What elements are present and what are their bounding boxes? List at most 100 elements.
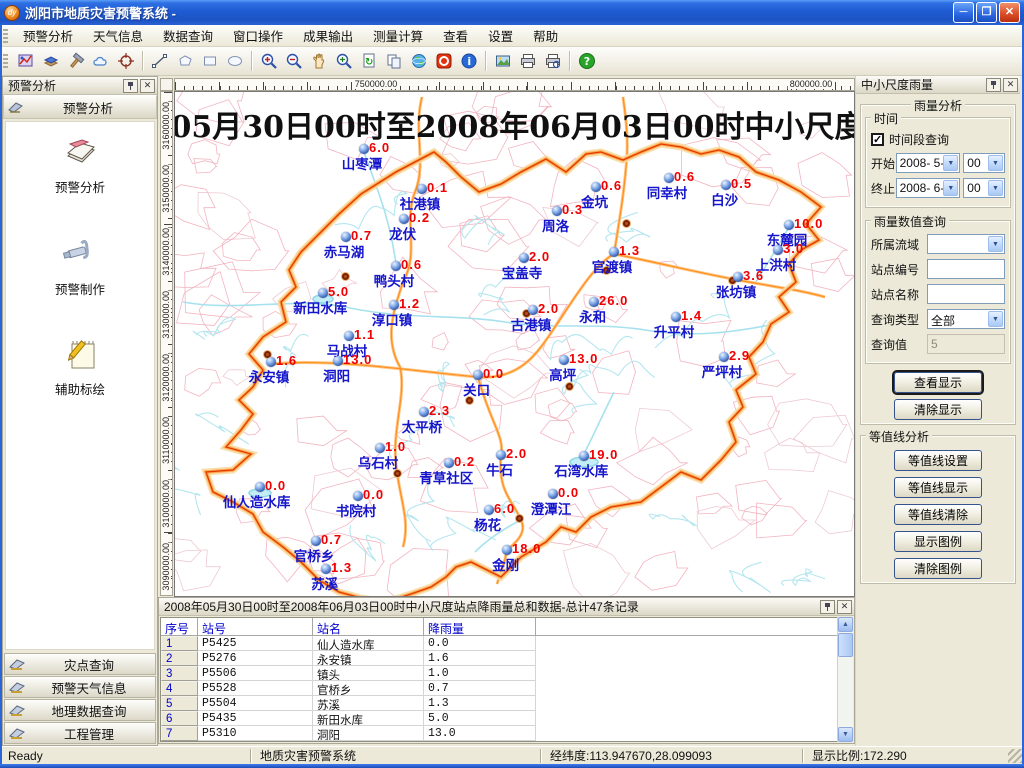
contour-button[interactable]: 显示图例 — [894, 531, 982, 552]
menu-item[interactable]: 查看 — [433, 23, 478, 48]
print-preview-icon[interactable] — [540, 49, 565, 74]
sidebar-bottom-item[interactable]: 预警天气信息 — [4, 676, 156, 698]
chevron-down-icon[interactable]: ▼ — [988, 180, 1003, 196]
table-row[interactable]: 4 P5528 官桥乡 0.7 — [161, 681, 852, 696]
menu-item[interactable]: 预警分析 — [13, 23, 83, 48]
sidebar-item-aux-plot[interactable]: 辅助标绘 — [6, 320, 154, 398]
menu-grip[interactable] — [3, 29, 8, 43]
menu-item[interactable]: 数据查询 — [153, 23, 223, 48]
menu-item[interactable]: 天气信息 — [83, 23, 153, 48]
scroll-down-icon[interactable]: ▼ — [838, 727, 853, 742]
column-header[interactable]: 序号 — [161, 618, 198, 635]
pin-icon[interactable] — [986, 78, 1001, 92]
sidebar-item-warning-make[interactable]: 预警制作 — [6, 220, 154, 298]
record-stop-icon[interactable] — [431, 49, 456, 74]
draw-polygon-icon[interactable] — [172, 49, 197, 74]
table-row[interactable]: 1 P5425 仙人造水库 0.0 — [161, 636, 852, 651]
view-display-button[interactable]: 查看显示 — [894, 372, 982, 393]
row-station-name: 马战村 — [313, 741, 424, 742]
zoom-out-icon[interactable] — [281, 49, 306, 74]
locate-crosshair-icon[interactable] — [113, 49, 138, 74]
draw-ellipse-icon[interactable] — [222, 49, 247, 74]
menu-item[interactable]: 帮助 — [523, 23, 568, 48]
table-row[interactable]: 2 P5276 永安镇 1.6 — [161, 651, 852, 666]
table-row[interactable]: 8 马战村 — [161, 741, 852, 742]
minimize-button[interactable]: ─ — [953, 2, 974, 23]
start-date-select[interactable]: 2008- 5-30▼ — [896, 153, 961, 173]
pan-hand-icon[interactable] — [306, 49, 331, 74]
station-name: 张坊镇 — [716, 281, 757, 301]
station-id-input[interactable] — [927, 259, 1005, 279]
svg-text:?: ? — [583, 55, 589, 68]
contour-button[interactable]: 清除图例 — [894, 558, 982, 579]
contour-button[interactable]: 等值线清除 — [894, 504, 982, 525]
chevron-down-icon[interactable]: ▼ — [988, 155, 1003, 171]
restore-button[interactable]: ❐ — [976, 2, 997, 23]
left-panel-list: 预警分析 预警制作 辅助标绘 — [5, 121, 155, 650]
close-button[interactable]: ✕ — [999, 2, 1020, 23]
map-canvas[interactable]: 6.0 山枣潭 0.1 社港镇 0.2 龙伏 0.3 — [174, 91, 855, 597]
table-scrollbar[interactable]: ▲ ▼ — [837, 617, 853, 742]
station-name: 严坪村 — [702, 361, 743, 381]
globe-icon[interactable] — [406, 49, 431, 74]
station-name-input[interactable] — [927, 284, 1005, 304]
pin-icon[interactable] — [123, 79, 138, 93]
column-header[interactable]: 降雨量 — [424, 618, 536, 635]
toolbar-grip[interactable] — [3, 54, 8, 68]
contour-analysis-group: 等值线分析 等值线设置等值线显示等值线清除显示图例清除图例 — [860, 435, 1016, 584]
scroll-up-icon[interactable]: ▲ — [838, 617, 853, 632]
end-date-select[interactable]: 2008- 6- 3▼ — [896, 178, 961, 198]
station-name: 太平桥 — [402, 416, 443, 436]
draw-rectangle-icon[interactable] — [197, 49, 222, 74]
pin-icon[interactable] — [820, 600, 835, 614]
row-seq: 2 — [161, 651, 198, 666]
weather-cloud-icon[interactable] — [88, 49, 113, 74]
plot-layers-icon[interactable] — [38, 49, 63, 74]
menu-item[interactable]: 测量计算 — [363, 23, 433, 48]
column-header[interactable]: 站名 — [313, 618, 424, 635]
close-panel-icon[interactable]: ✕ — [1003, 78, 1018, 92]
start-hour-select[interactable]: 00▼ — [963, 153, 1005, 173]
close-panel-icon[interactable]: ✕ — [837, 600, 852, 614]
left-group-bar[interactable]: 预警分析 — [3, 95, 157, 119]
table-row[interactable]: 7 P5310 洞阳 13.0 — [161, 726, 852, 741]
chevron-down-icon[interactable]: ▼ — [943, 180, 958, 196]
zoom-in-icon[interactable] — [256, 49, 281, 74]
menu-item[interactable]: 设置 — [478, 23, 523, 48]
tools-hammer-icon[interactable] — [63, 49, 88, 74]
table-row[interactable]: 6 P5435 新田水库 5.0 — [161, 711, 852, 726]
table-row[interactable]: 3 P5506 镇头 1.0 — [161, 666, 852, 681]
chevron-down-icon[interactable]: ▼ — [943, 155, 958, 171]
end-hour-select[interactable]: 00▼ — [963, 178, 1005, 198]
scrollbar-thumb[interactable] — [838, 633, 853, 657]
close-panel-icon[interactable]: ✕ — [140, 79, 155, 93]
row-seq: 8 — [161, 741, 198, 742]
sidebar-item-warning-analysis[interactable]: 预警分析 — [6, 122, 154, 196]
print-icon[interactable] — [515, 49, 540, 74]
menu-item[interactable]: 窗口操作 — [223, 23, 293, 48]
resize-grip[interactable] — [1008, 749, 1022, 763]
copy-map-icon[interactable] — [381, 49, 406, 74]
chevron-down-icon[interactable]: ▼ — [988, 236, 1003, 252]
help-icon[interactable]: ? — [574, 49, 599, 74]
zoom-extent-icon[interactable] — [331, 49, 356, 74]
chevron-down-icon[interactable]: ▼ — [988, 311, 1003, 327]
clear-display-button[interactable]: 清除显示 — [894, 399, 982, 420]
contour-button[interactable]: 等值线设置 — [894, 450, 982, 471]
warning-analysis-icon[interactable] — [13, 49, 38, 74]
export-image-icon[interactable] — [490, 49, 515, 74]
time-range-checkbox[interactable]: ✓ — [871, 133, 884, 146]
left-panel-header: 预警分析 ✕ — [3, 77, 157, 95]
basin-select[interactable]: ▼ — [927, 234, 1005, 254]
draw-line-icon[interactable] — [147, 49, 172, 74]
contour-button[interactable]: 等值线显示 — [894, 477, 982, 498]
query-type-select[interactable]: 全部▼ — [927, 309, 1005, 329]
sidebar-bottom-item[interactable]: 工程管理 — [4, 722, 156, 744]
menu-item[interactable]: 成果输出 — [293, 23, 363, 48]
refresh-page-icon[interactable]: ↻ — [356, 49, 381, 74]
table-row[interactable]: 5 P5504 苏溪 1.3 — [161, 696, 852, 711]
sidebar-bottom-item[interactable]: 灾点查询 — [4, 653, 156, 675]
info-about-icon[interactable]: i — [456, 49, 481, 74]
sidebar-bottom-item[interactable]: 地理数据查询 — [4, 699, 156, 721]
column-header[interactable]: 站号 — [198, 618, 313, 635]
